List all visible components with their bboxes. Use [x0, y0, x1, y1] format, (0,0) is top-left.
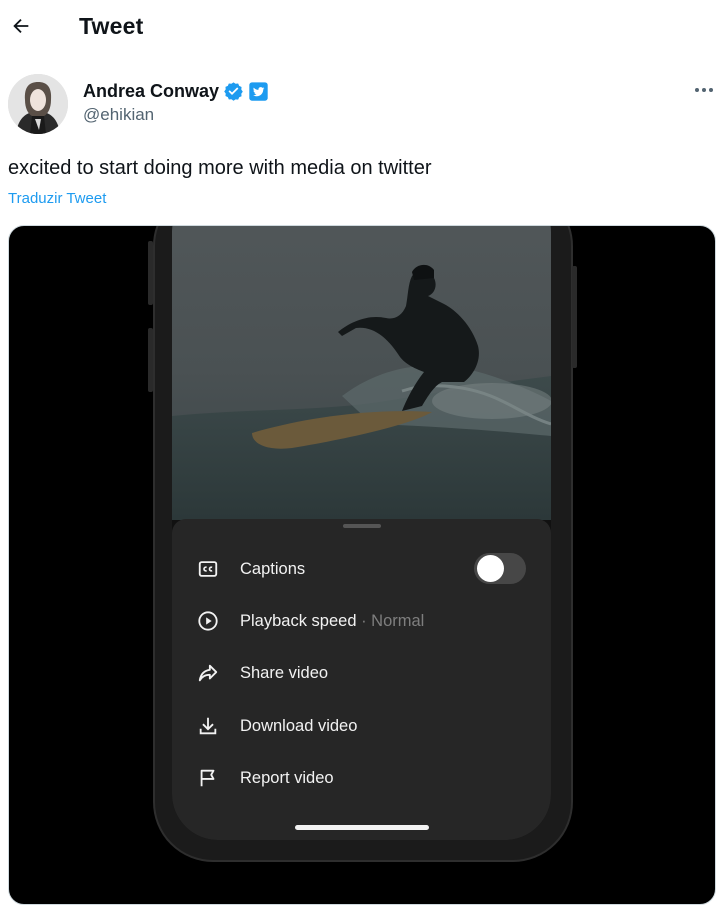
report-video-label: Report video: [240, 768, 334, 787]
back-arrow-icon: [13, 18, 29, 34]
playback-speed-value: · Normal: [361, 611, 425, 630]
playback-speed-label: Playback speed: [240, 611, 357, 630]
back-button[interactable]: [6, 11, 36, 41]
phone-power-button: [572, 266, 577, 368]
captions-option[interactable]: Captions: [172, 547, 550, 591]
captions-label: Captions: [240, 559, 306, 578]
sheet-grabber[interactable]: [343, 524, 381, 528]
share-arrow-icon: [196, 661, 220, 685]
more-options-button[interactable]: [690, 78, 718, 102]
home-indicator: [295, 825, 429, 830]
author-name-row: Andrea Conway: [83, 79, 269, 103]
toggle-knob: [477, 555, 504, 582]
playback-speed-text: Playback speed · Normal: [240, 612, 424, 631]
author-handle[interactable]: @ehikian: [83, 105, 154, 125]
tweet-media[interactable]: Captions Playback speed · Normal Share v…: [8, 225, 716, 905]
tweet-text: excited to start doing more with media o…: [8, 157, 432, 179]
twitter-affiliate-badge-icon: [249, 81, 268, 101]
download-video-label: Download video: [240, 716, 358, 735]
phone-screen: Captions Playback speed · Normal Share v…: [172, 226, 551, 840]
play-circle-icon: [196, 609, 220, 633]
avatar-photo: [8, 74, 68, 134]
video-options-sheet: Captions Playback speed · Normal Share v…: [172, 519, 551, 840]
share-video-label: Share video: [240, 663, 329, 682]
verified-badge-icon: [224, 81, 243, 101]
avatar[interactable]: [8, 74, 68, 134]
download-video-option[interactable]: Download video: [172, 704, 550, 748]
translate-tweet-link[interactable]: Traduzir Tweet: [8, 190, 106, 207]
phone-side-button: [148, 241, 153, 305]
closed-captions-icon: [196, 557, 220, 581]
top-bar: Tweet: [0, 0, 725, 54]
share-video-option[interactable]: Share video: [172, 651, 550, 695]
flag-icon: [196, 766, 220, 790]
surfer-video-frame: [172, 226, 551, 520]
author-name[interactable]: Andrea Conway: [83, 81, 219, 102]
report-video-option[interactable]: Report video: [172, 756, 550, 800]
page-title: Tweet: [79, 13, 144, 39]
playback-speed-option[interactable]: Playback speed · Normal: [172, 599, 550, 643]
download-icon: [196, 714, 220, 738]
more-dots-icon: [695, 88, 713, 92]
captions-toggle[interactable]: [474, 553, 526, 584]
phone-side-button: [148, 328, 153, 392]
